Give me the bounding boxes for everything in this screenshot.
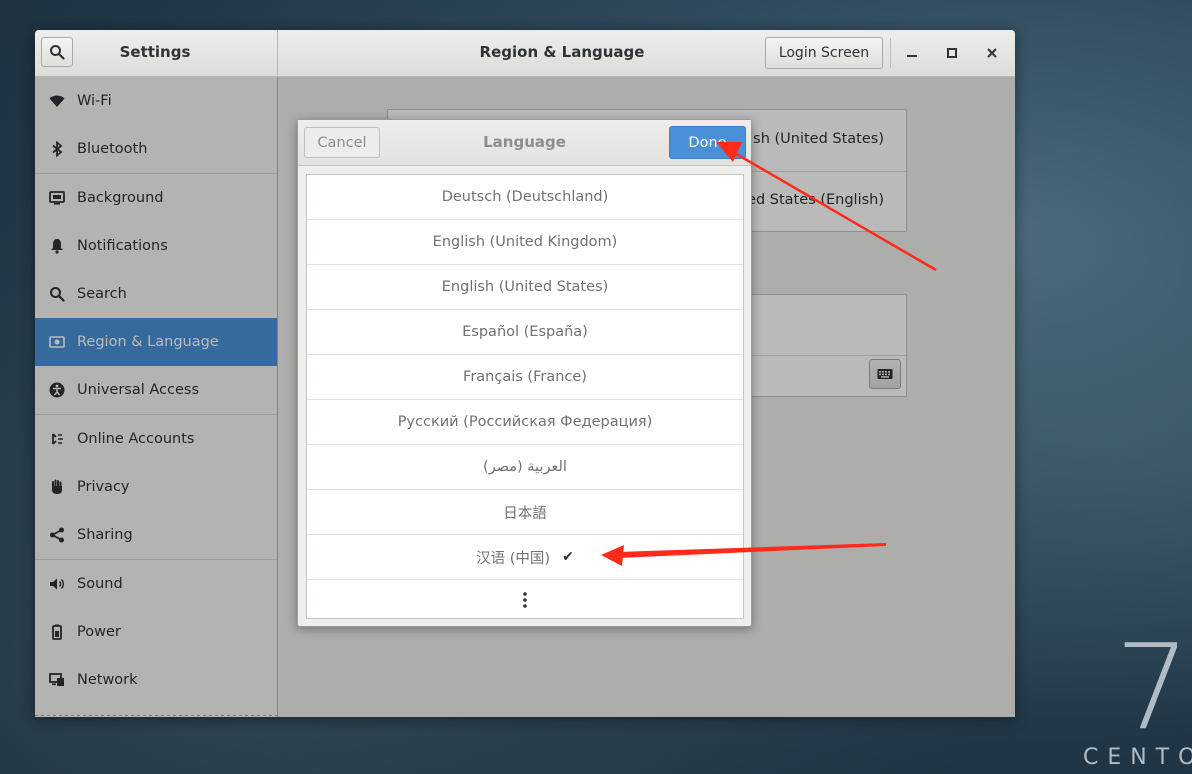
done-button[interactable]: Done [669,126,746,159]
login-screen-button[interactable]: Login Screen [765,37,883,69]
close-button[interactable] [981,42,1003,64]
language-option-francais[interactable]: Français (France) [307,355,743,400]
language-option-russian[interactable]: Русский (Российская Федерация) [307,400,743,445]
minimize-button[interactable] [901,42,923,64]
language-label: 日本語 [503,505,547,522]
language-label: 汉语 (中国) [476,550,551,567]
language-option-arabic[interactable]: العربية (مصر) [307,445,743,490]
checkmark-icon: ✔ [562,549,574,565]
language-option-chinese[interactable]: 汉语 (中国) ✔ [307,535,743,580]
language-option-deutsch[interactable]: Deutsch (Deutschland) [307,175,743,220]
header-left: Settings [35,30,278,76]
language-option-english-uk[interactable]: English (United Kingdom) [307,220,743,265]
language-label: Español (España) [462,324,588,340]
language-label: Deutsch (Deutschland) [441,189,609,205]
language-label: العربية (مصر) [483,459,567,475]
dialog-header: Cancel Language Done [298,120,751,166]
language-label: English (United States) [441,279,609,295]
minimize-icon [907,55,917,57]
language-option-english-us[interactable]: English (United States) [307,265,743,310]
centos-logo-number: 7 [1115,618,1191,756]
language-dialog: Cancel Language Done Deutsch (Deutschlan… [297,119,752,627]
more-vertical-icon [523,592,527,608]
maximize-button[interactable] [941,42,963,64]
language-label: Français (France) [463,369,587,385]
language-label: Русский (Российская Федерация) [397,414,653,430]
centos-logo-word: CENTO [1083,745,1192,770]
search-button[interactable] [41,37,73,67]
sidebar-title: Settings [119,43,191,61]
header-bar: Settings Region & Language Login Screen [35,30,1015,77]
search-icon [50,45,65,60]
header-separator [890,38,891,68]
language-option-japanese[interactable]: 日本語 [307,490,743,535]
close-icon [987,48,997,58]
more-languages-button[interactable] [307,580,743,620]
language-list: Deutsch (Deutschland) English (United Ki… [306,174,744,619]
language-label: English (United Kingdom) [432,234,618,250]
maximize-icon [947,48,957,58]
language-option-espanol[interactable]: Español (España) [307,310,743,355]
